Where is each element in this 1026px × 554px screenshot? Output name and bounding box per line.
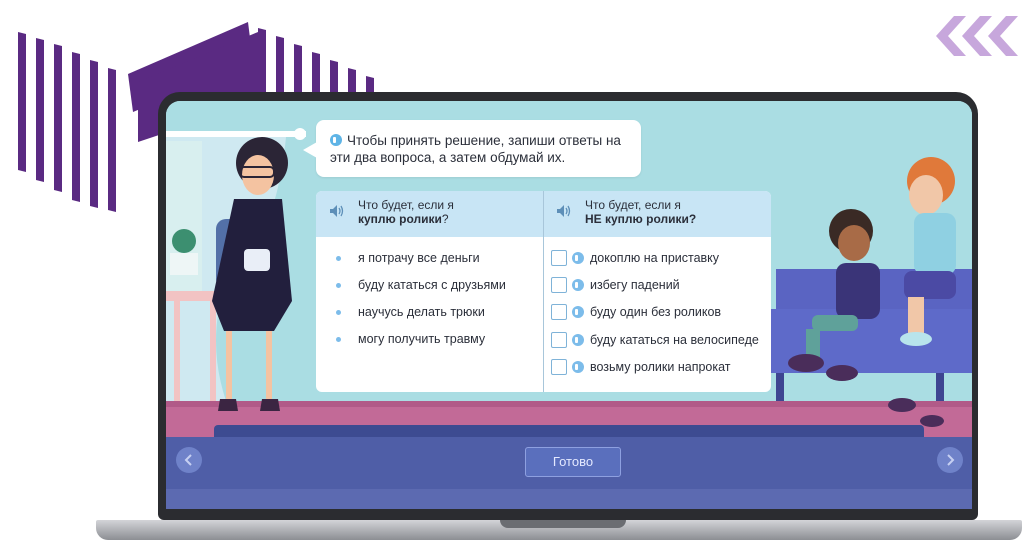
done-button[interactable]: Готово [525, 447, 621, 477]
left-list-item[interactable]: могу получить травму [358, 332, 485, 346]
speaker-icon[interactable] [572, 334, 584, 346]
footer-strip [166, 489, 972, 509]
column-divider [543, 191, 544, 392]
right-header-bold: НЕ куплю ролики? [585, 212, 697, 226]
bullet-icon [336, 337, 341, 342]
instruction-text: Чтобы принять решение, запиши ответы на … [330, 133, 621, 165]
answer-checkbox[interactable] [551, 277, 567, 293]
bullet-icon [336, 256, 341, 261]
right-header-line2: НЕ куплю ролики? [585, 212, 696, 226]
left-list-item[interactable]: я потрачу все деньги [358, 251, 480, 265]
left-header-bold: куплю ролики [358, 212, 442, 226]
next-button[interactable] [937, 447, 963, 473]
decision-table: Что будет, если я куплю ролики? Что буде… [316, 191, 771, 392]
right-list-item[interactable]: буду кататься на велосипеде [590, 333, 759, 347]
instruction-bubble: Чтобы принять решение, запиши ответы на … [303, 120, 641, 177]
right-list-item[interactable]: возьму ролики напрокат [590, 360, 731, 374]
right-list-item[interactable]: избегу падений [590, 278, 680, 292]
left-list-item[interactable]: научусь делать трюки [358, 305, 485, 319]
speaker-icon[interactable] [572, 252, 584, 264]
answer-checkbox[interactable] [551, 304, 567, 320]
speaker-icon[interactable] [572, 306, 584, 318]
bullet-icon [336, 283, 341, 288]
right-column-header: Что будет, если я НЕ куплю ролики? [585, 198, 696, 226]
chevron-right-icon [947, 454, 955, 466]
bullet-icon [336, 310, 341, 315]
instruction-text-wrap: Чтобы принять решение, запиши ответы на … [330, 132, 635, 166]
speaker-icon[interactable] [329, 204, 347, 218]
speaker-icon[interactable] [556, 204, 574, 218]
speaker-icon[interactable] [572, 279, 584, 291]
answer-checkbox[interactable] [551, 332, 567, 348]
answer-checkbox[interactable] [551, 359, 567, 375]
left-header-line2: куплю ролики? [358, 212, 454, 226]
chevron-left-icon [184, 454, 192, 466]
laptop-notch [500, 520, 626, 528]
speaker-icon[interactable] [572, 361, 584, 373]
right-list-item[interactable]: буду один без роликов [590, 305, 721, 319]
answer-checkbox[interactable] [551, 250, 567, 266]
left-column-header: Что будет, если я куплю ролики? [358, 198, 454, 226]
app-screen: Чтобы принять решение, запиши ответы на … [166, 101, 972, 509]
prev-button[interactable] [176, 447, 202, 473]
left-header-line1: Что будет, если я [358, 198, 454, 212]
right-list-item[interactable]: докоплю на приставку [590, 251, 719, 265]
decorative-chevrons [936, 16, 1018, 56]
speaker-icon[interactable] [330, 134, 342, 146]
left-list-item[interactable]: буду кататься с друзьями [358, 278, 506, 292]
right-header-line1: Что будет, если я [585, 198, 681, 212]
left-header-suffix: ? [441, 212, 449, 226]
